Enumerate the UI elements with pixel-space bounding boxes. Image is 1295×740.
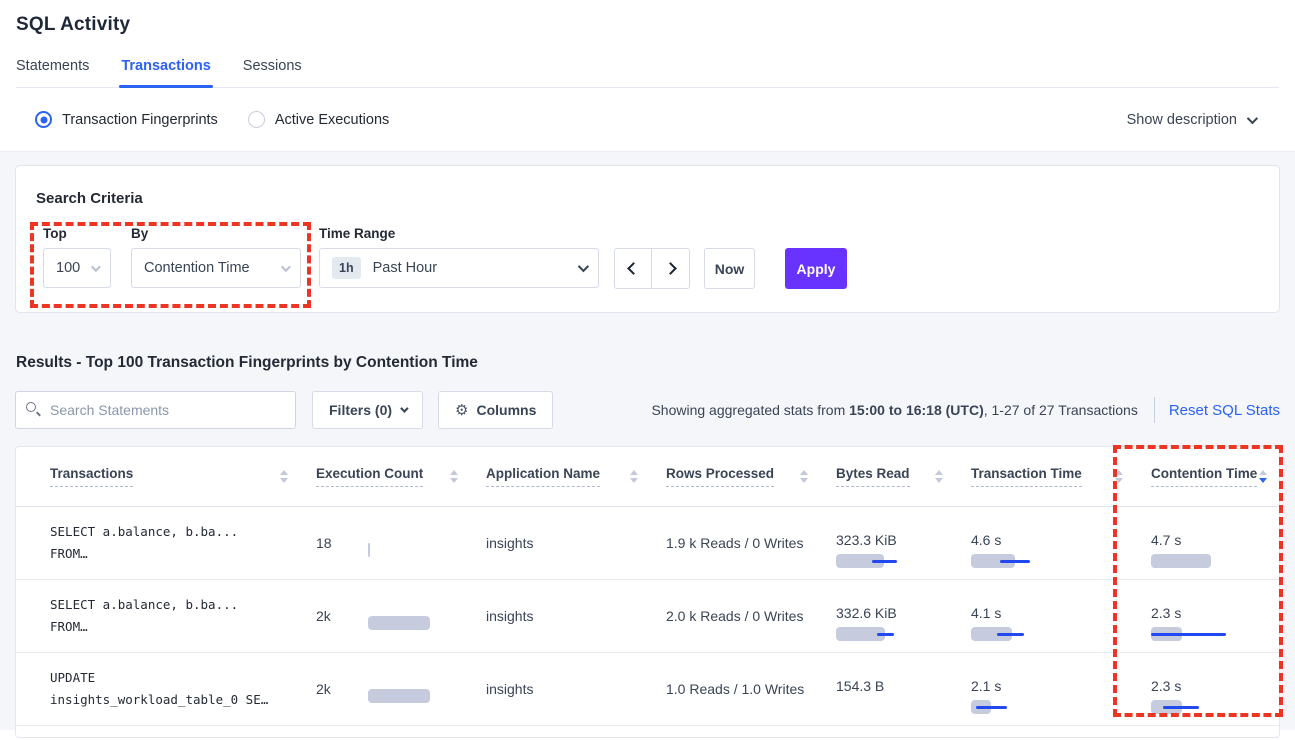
column-header-transaction-time[interactable]: Transaction Time xyxy=(955,466,1135,487)
sort-icon[interactable] xyxy=(450,470,458,483)
tab-transactions[interactable]: Transactions xyxy=(121,58,210,87)
table-row: SELECT a.balance, b.ba...FROM… 18 insigh… xyxy=(16,507,1279,580)
page-title: SQL Activity xyxy=(16,14,1279,36)
transaction-statement-link[interactable]: SELECT a.balance, b.ba...FROM… xyxy=(16,521,300,565)
radio-selected-icon xyxy=(35,111,52,128)
transaction-time-cell: 4.1 s xyxy=(955,605,1135,627)
by-label: By xyxy=(131,226,301,241)
column-header-contention-time[interactable]: Contention Time xyxy=(1135,466,1279,487)
columns-label: Columns xyxy=(476,402,536,418)
vertical-divider xyxy=(1154,397,1155,423)
search-input[interactable] xyxy=(15,391,296,429)
chevron-down-icon xyxy=(578,260,586,276)
page-body: Search Criteria Top 100 By Contention Ti… xyxy=(0,152,1295,730)
filters-label: Filters (0) xyxy=(329,402,392,418)
radio-label: Active Executions xyxy=(275,112,389,128)
contention-time-cell: 2.3 s xyxy=(1135,605,1279,627)
previous-time-button[interactable] xyxy=(615,249,652,288)
bytes-read-cell: 154.3 B xyxy=(820,678,955,700)
bytes-read-cell: 332.6 KiB xyxy=(820,605,955,627)
chevron-down-icon xyxy=(400,404,408,412)
chevron-right-icon xyxy=(664,262,677,275)
stats-text: Showing aggregated stats from 15:00 to 1… xyxy=(651,397,1280,423)
contention-time-cell: 4.7 s xyxy=(1135,532,1279,554)
time-range-value: Past Hour xyxy=(373,260,437,276)
execution-count-cell: 18 xyxy=(300,535,470,551)
top-field-group: Top 100 xyxy=(43,226,111,288)
time-range-field-group: Time Range 1h Past Hour xyxy=(319,226,599,288)
tab-statements[interactable]: Statements xyxy=(16,58,89,87)
execution-count-cell: 2k xyxy=(300,681,470,697)
contention-time-cell: 2.3 s xyxy=(1135,678,1279,700)
chevron-left-icon xyxy=(627,262,640,275)
top-label: Top xyxy=(43,226,111,241)
top-select[interactable]: 100 xyxy=(43,248,111,288)
column-header-transactions[interactable]: Transactions xyxy=(16,466,300,487)
application-name-cell: insights xyxy=(470,681,650,697)
sort-icon[interactable] xyxy=(630,470,638,483)
radio-label: Transaction Fingerprints xyxy=(62,112,218,128)
sort-icon[interactable] xyxy=(800,470,808,483)
sort-icon-active-desc[interactable] xyxy=(1259,470,1267,483)
results-heading: Results - Top 100 Transaction Fingerprin… xyxy=(16,354,1280,372)
column-header-execution-count[interactable]: Execution Count xyxy=(300,466,470,487)
reset-sql-stats-link[interactable]: Reset SQL Stats xyxy=(1169,402,1280,419)
execution-count-cell: 2k xyxy=(300,608,470,624)
rows-processed-cell: 1.9 k Reads / 0 Writes xyxy=(650,535,820,551)
results-toolbar: Filters (0) ⚙ Columns Showing aggregated… xyxy=(15,391,1280,429)
columns-button[interactable]: ⚙ Columns xyxy=(438,391,553,429)
column-header-rows-processed[interactable]: Rows Processed xyxy=(650,466,820,487)
chevron-down-icon xyxy=(91,260,98,276)
table-row: SELECT a.balance, b.ba...FROM… 2k insigh… xyxy=(16,580,1279,653)
rows-processed-cell: 1.0 Reads / 1.0 Writes xyxy=(650,681,820,697)
column-header-application-name[interactable]: Application Name xyxy=(470,466,650,487)
apply-button[interactable]: Apply xyxy=(785,248,847,289)
search-field-wrap xyxy=(15,391,296,429)
application-name-cell: insights xyxy=(470,535,650,551)
time-range-label: Time Range xyxy=(319,226,599,241)
bytes-read-cell: 323.3 KiB xyxy=(820,532,955,554)
application-name-cell: insights xyxy=(470,608,650,624)
rows-processed-cell: 2.0 k Reads / 0 Writes xyxy=(650,608,820,624)
table-header-row: Transactions Execution Count Application… xyxy=(16,447,1279,507)
now-button[interactable]: Now xyxy=(704,248,755,289)
app-header: SQL Activity Statements Transactions Ses… xyxy=(0,0,1295,88)
sort-icon[interactable] xyxy=(280,470,288,483)
show-description-label: Show description xyxy=(1127,112,1237,128)
show-description-toggle[interactable]: Show description xyxy=(1127,112,1255,128)
filters-button[interactable]: Filters (0) xyxy=(312,391,423,429)
search-criteria-card: Search Criteria Top 100 By Contention Ti… xyxy=(15,165,1280,313)
sort-icon[interactable] xyxy=(935,470,943,483)
by-select-value: Contention Time xyxy=(144,260,250,276)
time-range-badge: 1h xyxy=(332,257,361,279)
search-criteria-heading: Search Criteria xyxy=(36,190,143,207)
transaction-time-cell: 4.6 s xyxy=(955,532,1135,554)
time-nav-buttons xyxy=(614,248,690,289)
transaction-statement-link[interactable]: UPDATEinsights_workload_table_0 SE… xyxy=(16,667,300,711)
chevron-down-icon xyxy=(1247,112,1258,123)
radio-unselected-icon xyxy=(248,111,265,128)
by-field-group: By Contention Time xyxy=(131,226,301,288)
transactions-table: Transactions Execution Count Application… xyxy=(15,446,1280,738)
column-header-bytes-read[interactable]: Bytes Read xyxy=(820,466,955,487)
tab-sessions[interactable]: Sessions xyxy=(243,58,302,87)
view-toggle-strip: Transaction Fingerprints Active Executio… xyxy=(0,88,1295,152)
chevron-down-icon xyxy=(281,260,288,276)
tab-bar: Statements Transactions Sessions xyxy=(16,58,1279,88)
transaction-statement-link[interactable]: SELECT a.balance, b.ba...FROM… xyxy=(16,594,300,638)
transaction-time-cell: 2.1 s xyxy=(955,678,1135,700)
gear-icon: ⚙ xyxy=(455,401,468,419)
radio-active-executions[interactable]: Active Executions xyxy=(248,111,389,128)
next-time-button[interactable] xyxy=(652,249,689,288)
time-range-select[interactable]: 1h Past Hour xyxy=(319,248,599,288)
radio-transaction-fingerprints[interactable]: Transaction Fingerprints xyxy=(35,111,218,128)
top-select-value: 100 xyxy=(56,260,80,276)
table-row: UPDATEinsights_workload_table_0 SE… 2k i… xyxy=(16,653,1279,726)
search-icon xyxy=(26,402,36,412)
by-select[interactable]: Contention Time xyxy=(131,248,301,288)
sort-icon[interactable] xyxy=(1115,470,1123,483)
